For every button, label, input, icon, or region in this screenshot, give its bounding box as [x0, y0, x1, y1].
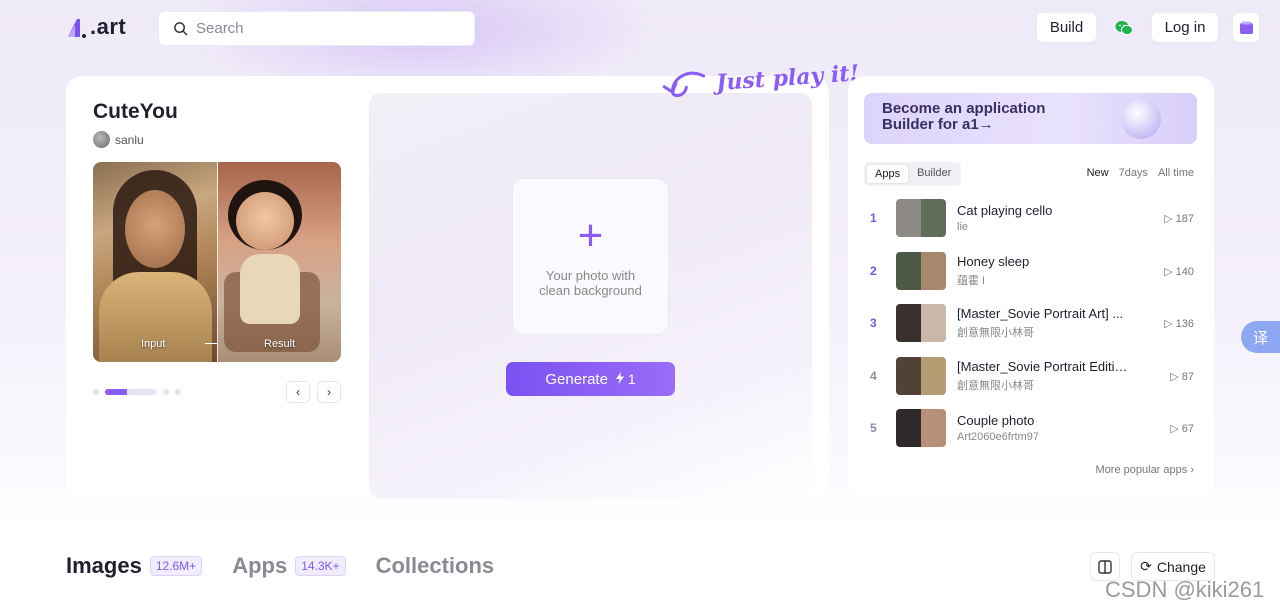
tab-apps[interactable]: Apps [866, 164, 910, 184]
list-item[interactable]: 2 Honey sleep 蕴霍 I ▷ 140 [864, 251, 1198, 291]
list-item[interactable]: 1 Cat playing cello lie ▷ 187 [864, 198, 1198, 238]
generate-button[interactable]: Generate 1 [506, 362, 675, 396]
translate-icon[interactable]: 译 [1241, 321, 1280, 353]
list-item[interactable]: 4 [Master_Sovie Portrait Editio... 創意無限小… [864, 356, 1198, 396]
plus-icon: + [577, 210, 604, 260]
play-count: ▷ 187 [1164, 212, 1194, 225]
app-user: 蕴霍 I [957, 275, 986, 287]
result-photo: Result [218, 162, 341, 362]
app-name: Cat playing cello [957, 203, 1053, 218]
layout-icon [1098, 559, 1112, 574]
carousel-dot[interactable] [163, 389, 169, 395]
carousel-prev-button[interactable]: ‹ [286, 381, 310, 403]
logo-text: .art [90, 14, 127, 39]
play-count: ▷ 140 [1164, 265, 1194, 278]
app-author[interactable]: sanlu [93, 131, 144, 148]
app-name: Couple photo [957, 413, 1035, 428]
tab-builder[interactable]: Builder [909, 164, 959, 184]
range-new[interactable]: New [1087, 167, 1109, 179]
upload-hint: Your photo with clean background [539, 267, 642, 298]
tagline-text: Just play it! [715, 60, 860, 97]
range-all-time[interactable]: All time [1158, 167, 1194, 179]
more-popular-apps-link[interactable]: More popular apps › [1096, 464, 1194, 476]
app-thumbnail [896, 252, 946, 290]
input-label: Input [141, 338, 166, 350]
author-name: sanlu [115, 132, 144, 147]
generate-label: Generate [545, 370, 608, 388]
preview-divider [217, 162, 218, 362]
app-user: 創意無限小林哥 [957, 327, 1034, 339]
rank-number: 3 [870, 316, 877, 330]
play-count: ▷ 67 [1170, 422, 1194, 435]
rank-number: 5 [870, 421, 877, 435]
avatar [93, 131, 110, 148]
count-badge: 12.6M+ [149, 556, 203, 576]
wechat-button[interactable] [1108, 12, 1139, 43]
carousel-dots [93, 389, 181, 395]
list-item[interactable]: 3 [Master_Sovie Portrait Art] ... 創意無限小林… [864, 303, 1198, 343]
app-thumbnail [896, 409, 946, 447]
before-after-preview: Input Result [93, 162, 341, 362]
builder-banner[interactable]: Become an application Builder for a1→ [864, 93, 1197, 144]
play-count: ▷ 136 [1164, 317, 1194, 330]
app-name: [Master_Sovie Portrait Editio... [957, 359, 1132, 374]
search-icon [174, 22, 188, 36]
chevron-right-icon: › [1190, 464, 1194, 476]
build-button[interactable]: Build [1036, 12, 1097, 43]
app-thumbnail [896, 357, 946, 395]
rank-number: 4 [870, 369, 877, 383]
app-thumbnail [896, 199, 946, 237]
apps-builder-toggle: Apps Builder [864, 162, 962, 186]
wechat-icon [1115, 20, 1133, 35]
app-user: 創意無限小林哥 [957, 380, 1034, 392]
app-user: lie [957, 221, 969, 233]
logo[interactable]: .art [66, 14, 126, 40]
watermark: CSDN @kiki261 [1105, 577, 1265, 602]
app-title: CuteYou [93, 100, 178, 123]
result-label: Result [264, 338, 296, 350]
lightning-icon [615, 372, 624, 384]
rank-number: 1 [870, 211, 877, 225]
search-input[interactable] [196, 20, 456, 37]
count-badge: 14.3K+ [295, 556, 346, 576]
app-name: [Master_Sovie Portrait Art] ... [957, 306, 1124, 321]
carousel-dot[interactable] [175, 389, 181, 395]
play-area: + Your photo with clean background Gener… [369, 93, 812, 499]
app-user: Art2060e6frtm97 [957, 431, 1039, 443]
photo-upload-dropzone[interactable]: + Your photo with clean background [512, 178, 669, 335]
wallet-button[interactable] [1232, 12, 1260, 43]
curved-arrow-icon [662, 71, 706, 98]
credit-cost: 1 [615, 371, 636, 387]
content-tabs: Images 12.6M+ Apps 14.3K+ Collections [66, 553, 524, 579]
time-range-filter: New 7days All time [1087, 167, 1194, 179]
generate-cost: 1 [627, 371, 636, 387]
app-thumbnail [896, 304, 946, 342]
list-item[interactable]: 5 Couple photo Art2060e6frtm97 ▷ 67 [864, 408, 1198, 448]
input-photo: Input [93, 162, 229, 362]
tab-images[interactable]: Images 12.6M+ [66, 553, 203, 579]
tab-apps-section[interactable]: Apps 14.3K+ [232, 553, 346, 579]
tab-collections[interactable]: Collections [376, 553, 495, 579]
popular-apps-card: Become an application Builder for a1→ Ap… [848, 76, 1214, 499]
coin-icon [1121, 99, 1161, 139]
carousel-next-button[interactable]: › [317, 381, 341, 403]
logo-icon [68, 19, 86, 38]
carousel-dot-active[interactable] [105, 389, 157, 395]
play-count: ▷ 87 [1170, 370, 1194, 383]
search-box[interactable] [158, 11, 475, 46]
app-name: Honey sleep [957, 254, 1030, 269]
range-7days[interactable]: 7days [1119, 167, 1148, 179]
carousel-dot[interactable] [93, 389, 99, 395]
wallet-icon [1239, 21, 1253, 34]
rank-number: 2 [870, 264, 877, 278]
login-button[interactable]: Log in [1151, 12, 1219, 43]
featured-app-card: CuteYou sanlu Input Result ‹ › + Your ph… [66, 76, 829, 499]
refresh-icon: ⟳ [1140, 558, 1152, 574]
